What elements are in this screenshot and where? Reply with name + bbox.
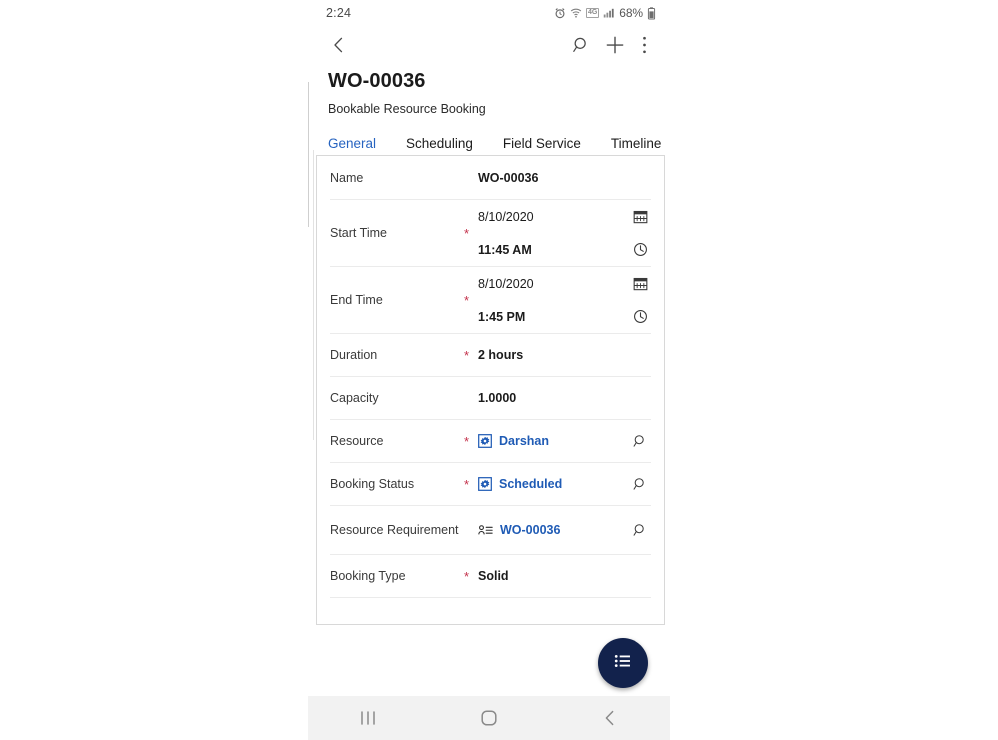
field-value-booking-type[interactable]: Solid — [478, 569, 651, 583]
app-toolbar — [308, 26, 670, 64]
command-list-button[interactable] — [598, 638, 648, 688]
booking-status-entity-icon — [478, 477, 492, 491]
requirement-entity-icon — [478, 524, 493, 537]
required-marker-name — [464, 177, 478, 179]
page-title: WO-00036 — [328, 70, 426, 92]
alarm-icon — [554, 7, 566, 19]
field-label-name: Name — [330, 170, 364, 185]
field-label-duration: Duration — [330, 348, 378, 362]
field-value-resource[interactable]: Darshan — [499, 434, 549, 448]
end-time-values: 8/10/2020 1:45 PM — [478, 267, 651, 333]
record-header: WO-00036 Bookable Resource Booking — [308, 64, 670, 117]
field-row-duration[interactable]: Duration * 2 hours — [330, 334, 651, 377]
field-label-end-time: End Time — [330, 293, 383, 307]
field-value-start-date[interactable]: 8/10/2020 — [478, 210, 629, 224]
calendar-icon[interactable] — [629, 209, 651, 224]
recents-icon[interactable] — [338, 696, 398, 740]
field-row-resource[interactable]: Resource * Darshan — [330, 420, 651, 463]
required-marker-end-time: * — [464, 293, 470, 308]
form-card: Name WO-00036 Start Time * 8/10/2020 11:… — [316, 155, 665, 625]
field-row-capacity[interactable]: Capacity 1.0000 — [330, 377, 651, 420]
battery-icon — [647, 6, 656, 20]
field-label-capacity: Capacity — [330, 391, 379, 405]
clock-icon[interactable] — [629, 309, 651, 324]
field-label-booking-type: Booking Type — [330, 569, 406, 583]
field-label-booking-status: Booking Status — [330, 477, 415, 491]
network-4g-icon: 4G — [585, 8, 600, 18]
status-time: 2:24 — [326, 6, 352, 20]
android-nav-bar — [308, 696, 670, 740]
end-time-line[interactable]: 1:45 PM — [478, 300, 651, 333]
field-row-name[interactable]: Name WO-00036 — [330, 156, 651, 200]
status-bar: 2:24 4G 68% — [308, 0, 670, 26]
field-value-resource-requirement-wrap[interactable]: WO-00036 — [478, 523, 629, 537]
plus-icon[interactable] — [598, 28, 632, 62]
required-marker-start-time: * — [464, 226, 470, 241]
signal-icon — [603, 7, 615, 19]
entity-type-label: Bookable Resource Booking — [328, 102, 486, 116]
required-marker-booking-type: * — [464, 569, 470, 584]
list-icon — [612, 650, 634, 677]
back-icon[interactable] — [580, 696, 640, 740]
field-label-start-time: Start Time — [330, 226, 387, 240]
field-row-resource-requirement[interactable]: Resource Requirement WO-00036 — [330, 506, 651, 555]
field-row-booking-type[interactable]: Booking Type * Solid — [330, 555, 651, 598]
resource-entity-icon — [478, 434, 492, 448]
start-time-values: 8/10/2020 11:45 AM — [478, 200, 651, 266]
field-value-end-time[interactable]: 1:45 PM — [478, 310, 629, 324]
field-label-resource: Resource — [330, 434, 384, 448]
field-value-resource-wrap[interactable]: Darshan — [478, 434, 629, 448]
back-icon[interactable] — [322, 28, 356, 62]
required-marker-resource: * — [464, 434, 470, 449]
lookup-search-icon[interactable] — [629, 476, 651, 492]
field-value-booking-status[interactable]: Scheduled — [499, 477, 562, 491]
start-time-line[interactable]: 11:45 AM — [478, 233, 651, 266]
phone-viewport: 2:24 4G 68% WO-00036 Bookable Resource B… — [308, 0, 670, 740]
field-value-end-date[interactable]: 8/10/2020 — [478, 277, 629, 291]
field-label-resource-requirement: Resource Requirement — [330, 523, 459, 537]
field-row-start-time[interactable]: Start Time * 8/10/2020 11:45 AM — [330, 200, 651, 267]
wifi-icon — [570, 7, 582, 19]
field-value-duration[interactable]: 2 hours — [478, 348, 651, 362]
required-marker-duration: * — [464, 348, 470, 363]
status-indicators: 4G 68% — [554, 6, 656, 20]
required-marker-resource-requirement — [464, 529, 478, 531]
required-marker-capacity — [464, 397, 478, 399]
field-value-booking-status-wrap[interactable]: Scheduled — [478, 477, 629, 491]
field-value-start-time[interactable]: 11:45 AM — [478, 243, 629, 257]
scroll-indicator[interactable] — [308, 82, 309, 227]
end-date-line[interactable]: 8/10/2020 — [478, 267, 651, 300]
battery-percent-label: 68% — [619, 6, 643, 20]
clock-icon[interactable] — [629, 242, 651, 257]
search-icon[interactable] — [564, 28, 598, 62]
field-row-booking-status[interactable]: Booking Status * Scheduled — [330, 463, 651, 506]
home-icon[interactable] — [459, 696, 519, 740]
scroll-indicator-secondary[interactable] — [313, 150, 314, 440]
start-date-line[interactable]: 8/10/2020 — [478, 200, 651, 233]
field-value-name[interactable]: WO-00036 — [478, 171, 651, 185]
more-vertical-icon[interactable] — [632, 28, 656, 62]
lookup-search-icon[interactable] — [629, 433, 651, 449]
field-row-end-time[interactable]: End Time * 8/10/2020 1:45 PM — [330, 267, 651, 334]
field-value-capacity[interactable]: 1.0000 — [478, 391, 651, 405]
calendar-icon[interactable] — [629, 276, 651, 291]
field-value-resource-requirement[interactable]: WO-00036 — [500, 523, 560, 537]
required-marker-booking-status: * — [464, 477, 470, 492]
lookup-search-icon[interactable] — [629, 522, 651, 538]
